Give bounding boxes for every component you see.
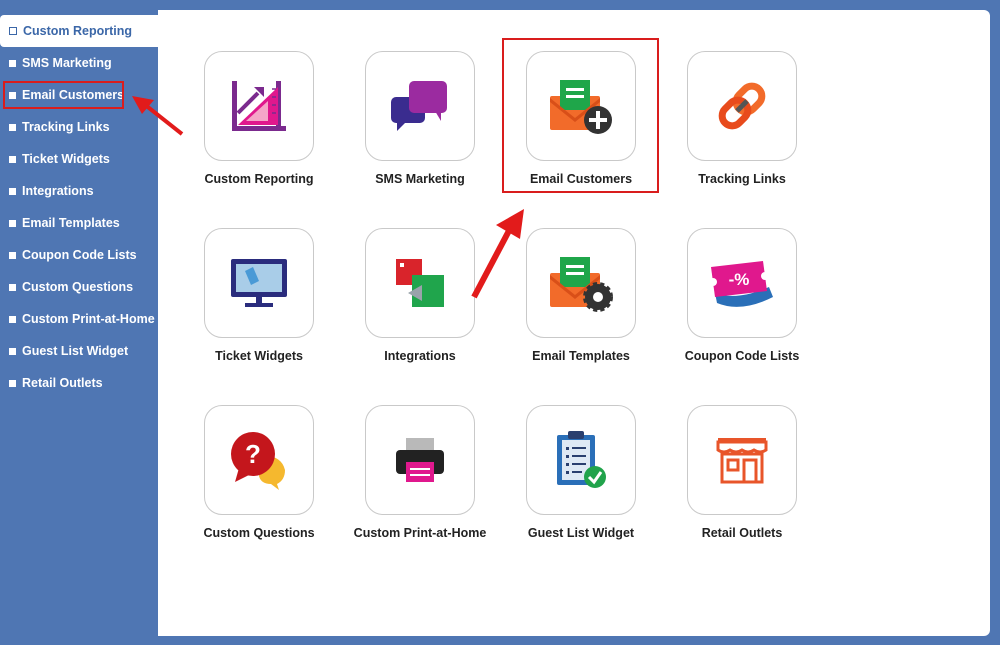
annotation-arrow-left-icon — [132, 96, 184, 136]
tile-icon-box — [526, 228, 636, 338]
tile-label: Custom Print-at-Home — [353, 526, 487, 540]
tile-label: Guest List Widget — [527, 526, 635, 540]
tile-label: Integrations — [384, 349, 456, 363]
email-customers-highlight-box — [502, 38, 659, 193]
tile-custom-reporting[interactable]: Custom Reporting — [189, 51, 329, 186]
sidebar-item-label: Tracking Links — [22, 120, 110, 134]
sidebar-item-sms-marketing[interactable]: SMS Marketing — [0, 47, 158, 79]
tile-icon-box — [365, 228, 475, 338]
tile-icon-box — [365, 51, 475, 161]
bullet-icon — [9, 315, 16, 323]
chart-growth-icon — [232, 81, 286, 131]
tile-coupon-code-lists[interactable]: -% Coupon Code Lists — [672, 228, 812, 363]
sidebar-item-custom-questions[interactable]: Custom Questions — [0, 271, 158, 303]
sidebar-item-label: Email Templates — [22, 216, 120, 230]
bullet-icon — [9, 123, 16, 131]
sidebar-item-guest-list-widget[interactable]: Guest List Widget — [0, 335, 158, 367]
integration-squares-icon — [396, 259, 444, 307]
printer-icon — [396, 438, 444, 482]
tile-icon-box — [687, 51, 797, 161]
sidebar-item-label: Custom Print-at-Home — [22, 312, 155, 326]
tile-email-templates[interactable]: Email Templates — [511, 228, 651, 363]
tile-label: Ticket Widgets — [215, 349, 303, 363]
annotation-arrow-up-icon — [471, 209, 524, 299]
tile-icon-box — [365, 405, 475, 515]
question-bubble-icon: ? — [231, 432, 285, 490]
sidebar-item-label: Ticket Widgets — [22, 152, 110, 166]
tile-icon-box — [204, 228, 314, 338]
tile-icon-box — [687, 405, 797, 515]
bullet-icon — [9, 219, 16, 227]
tile-label: Coupon Code Lists — [684, 349, 800, 363]
bullet-icon — [9, 251, 16, 259]
chain-link-icon — [718, 82, 766, 130]
tile-icon-box — [526, 405, 636, 515]
sidebar-item-label: Custom Reporting — [23, 24, 133, 38]
clipboard-check-icon — [557, 431, 606, 488]
sidebar-item-integrations[interactable]: Integrations — [0, 175, 158, 207]
bullet-icon — [9, 59, 16, 67]
tile-icon-box: ? — [204, 405, 314, 515]
bullet-icon — [9, 379, 16, 387]
bullet-icon — [9, 187, 16, 195]
tile-icon-box — [204, 51, 314, 161]
monitor-ticket-icon — [231, 259, 287, 307]
sidebar-item-coupon-code-lists[interactable]: Coupon Code Lists — [0, 239, 158, 271]
bullet-icon — [9, 347, 16, 355]
tile-guest-list-widget[interactable]: Guest List Widget — [511, 405, 651, 540]
tile-custom-questions[interactable]: ? Custom Questions — [189, 405, 329, 540]
sidebar-nav: Custom Reporting SMS Marketing Email Cus… — [0, 15, 158, 399]
sidebar-item-label: Integrations — [22, 184, 94, 198]
tile-icon-box: -% — [687, 228, 797, 338]
envelope-gear-icon — [550, 257, 613, 312]
bullet-icon — [9, 283, 16, 291]
tile-retail-outlets[interactable]: Retail Outlets — [672, 405, 812, 540]
highlight-box — [3, 81, 124, 109]
sidebar-item-ticket-widgets[interactable]: Ticket Widgets — [0, 143, 158, 175]
coupon-text: -% — [729, 270, 750, 289]
tile-sms-marketing[interactable]: SMS Marketing — [350, 51, 490, 186]
storefront-icon — [716, 438, 768, 484]
main-panel: Custom Reporting SMS Marketing Email Cus… — [158, 10, 990, 636]
tile-ticket-widgets[interactable]: Ticket Widgets — [189, 228, 329, 363]
tile-label: Custom Questions — [203, 526, 315, 540]
tile-label: Custom Reporting — [204, 172, 314, 186]
sidebar-item-retail-outlets[interactable]: Retail Outlets — [0, 367, 158, 399]
tile-label: Email Templates — [532, 349, 630, 363]
sidebar-item-label: SMS Marketing — [22, 56, 112, 70]
sidebar-item-email-templates[interactable]: Email Templates — [0, 207, 158, 239]
sidebar-item-label: Retail Outlets — [22, 376, 103, 390]
sidebar-item-label: Custom Questions — [22, 280, 134, 294]
sidebar-item-custom-print-at-home[interactable]: Custom Print-at-Home — [0, 303, 158, 335]
sidebar-item-custom-reporting[interactable]: Custom Reporting — [0, 15, 158, 47]
tile-label: SMS Marketing — [375, 172, 465, 186]
bullet-icon — [9, 155, 16, 163]
chat-bubbles-icon — [391, 81, 447, 131]
coupon-percent-icon: -% — [709, 261, 773, 307]
sidebar-item-label: Coupon Code Lists — [22, 248, 137, 262]
tile-custom-print-at-home[interactable]: Custom Print-at-Home — [350, 405, 490, 540]
tile-tracking-links[interactable]: Tracking Links — [672, 51, 812, 186]
bullet-icon — [9, 27, 17, 35]
tile-label: Retail Outlets — [701, 526, 783, 540]
tile-label: Tracking Links — [698, 172, 786, 186]
svg-text:?: ? — [245, 439, 261, 469]
sidebar-item-label: Guest List Widget — [22, 344, 129, 358]
